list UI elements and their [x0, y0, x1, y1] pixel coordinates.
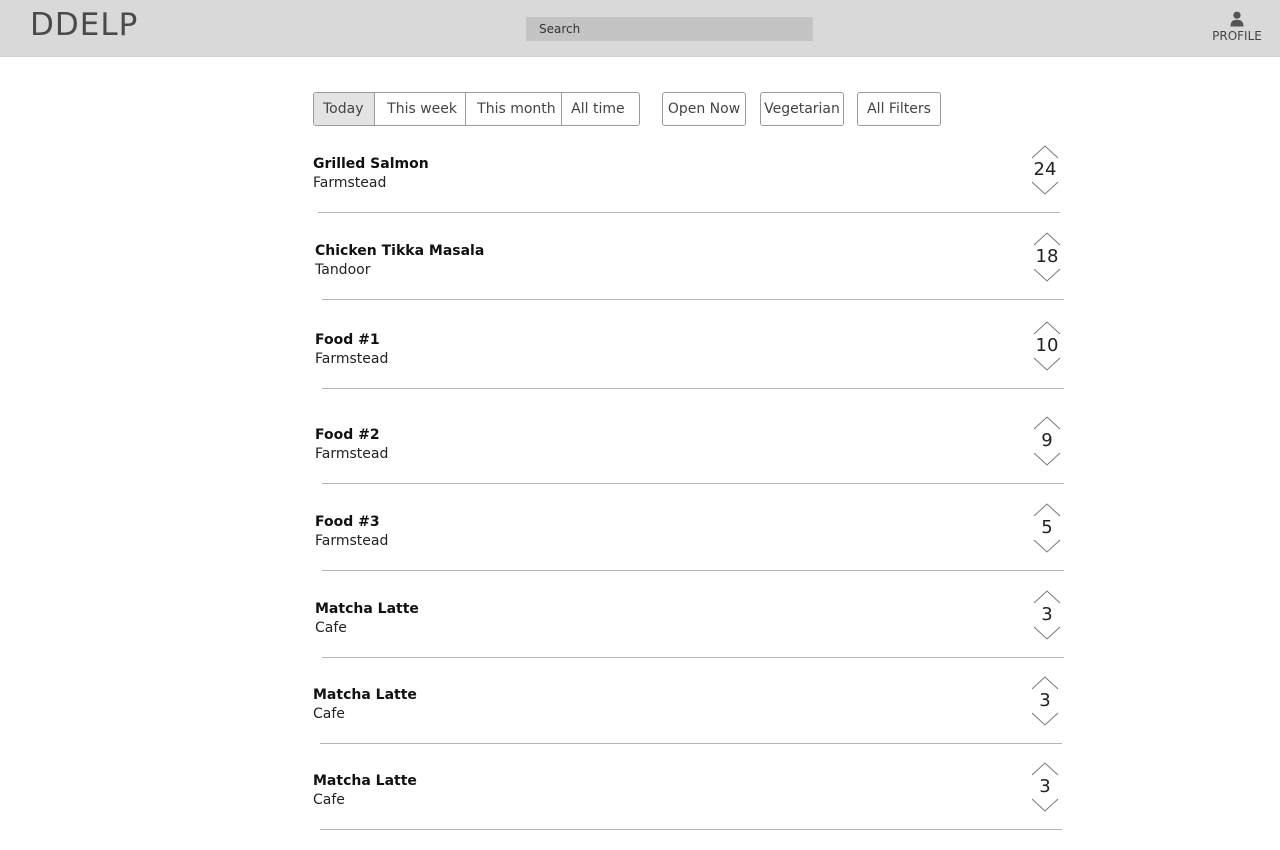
- vote-count: 9: [1041, 430, 1053, 451]
- item-divider: [322, 388, 1064, 389]
- vote-control: 3: [1032, 590, 1062, 640]
- item-place: Cafe: [313, 792, 345, 808]
- upvote-arrow-icon[interactable]: [1033, 503, 1061, 517]
- upvote-arrow-icon[interactable]: [1033, 232, 1061, 246]
- downvote-arrow-icon[interactable]: [1033, 626, 1061, 640]
- upvote-arrow-icon[interactable]: [1031, 762, 1059, 776]
- list-item[interactable]: Matcha Latte Cafe 3: [313, 762, 1063, 849]
- item-name: Food #3: [315, 514, 380, 530]
- vote-control: 3: [1030, 676, 1060, 726]
- profile-label: PROFILE: [1212, 29, 1262, 43]
- all-filters-button[interactable]: All Filters: [857, 92, 941, 126]
- vegetarian-filter-button[interactable]: Vegetarian: [760, 92, 844, 126]
- list-item[interactable]: Matcha Latte Cafe 3: [315, 590, 1065, 677]
- time-filter-this-month[interactable]: This month: [466, 93, 563, 125]
- vote-control: 5: [1032, 503, 1062, 553]
- app-logo[interactable]: DDELP: [30, 7, 138, 43]
- item-divider: [322, 657, 1064, 658]
- vote-count: 3: [1039, 776, 1051, 797]
- item-divider: [322, 570, 1064, 571]
- item-divider: [320, 829, 1062, 830]
- vote-count: 24: [1033, 159, 1057, 180]
- time-range-selector: Today This week This month All time: [313, 92, 640, 126]
- upvote-arrow-icon[interactable]: [1031, 145, 1059, 159]
- item-divider: [322, 299, 1064, 300]
- vote-control: 18: [1032, 232, 1062, 282]
- upvote-arrow-icon[interactable]: [1033, 416, 1061, 430]
- downvote-arrow-icon[interactable]: [1033, 357, 1061, 371]
- item-name: Chicken Tikka Masala: [315, 243, 485, 259]
- vote-control: 10: [1032, 321, 1062, 371]
- downvote-arrow-icon[interactable]: [1031, 798, 1059, 812]
- item-name: Grilled Salmon: [313, 156, 429, 172]
- vote-count: 5: [1041, 517, 1053, 538]
- item-place: Farmstead: [315, 446, 389, 462]
- downvote-arrow-icon[interactable]: [1031, 712, 1059, 726]
- item-divider: [320, 743, 1062, 744]
- item-place: Cafe: [315, 620, 347, 636]
- item-divider: [318, 212, 1060, 213]
- list-item[interactable]: Food #2 Farmstead 9: [315, 416, 1065, 503]
- item-place: Tandoor: [315, 262, 371, 278]
- vote-control: 24: [1030, 145, 1060, 195]
- upvote-arrow-icon[interactable]: [1033, 321, 1061, 335]
- downvote-arrow-icon[interactable]: [1033, 452, 1061, 466]
- upvote-arrow-icon[interactable]: [1033, 590, 1061, 604]
- item-place: Cafe: [313, 706, 345, 722]
- downvote-arrow-icon[interactable]: [1033, 539, 1061, 553]
- item-place: Farmstead: [313, 175, 387, 191]
- downvote-arrow-icon[interactable]: [1033, 268, 1061, 282]
- upvote-arrow-icon[interactable]: [1031, 676, 1059, 690]
- time-filter-all-time[interactable]: All time: [562, 93, 639, 125]
- item-name: Matcha Latte: [315, 601, 419, 617]
- list-item[interactable]: Matcha Latte Cafe 3: [313, 676, 1063, 763]
- list-item[interactable]: Grilled Salmon Farmstead 24: [313, 145, 1063, 232]
- vote-control: 3: [1030, 762, 1060, 812]
- user-icon: [1230, 11, 1244, 27]
- profile-button[interactable]: PROFILE: [1205, 9, 1269, 43]
- open-now-filter-button[interactable]: Open Now: [662, 92, 746, 126]
- vote-count: 3: [1039, 690, 1051, 711]
- vote-count: 18: [1035, 246, 1059, 267]
- item-place: Farmstead: [315, 533, 389, 549]
- search-input[interactable]: [526, 17, 813, 41]
- list-item[interactable]: Food #3 Farmstead 5: [315, 503, 1065, 590]
- top-bar: DDELP PROFILE: [0, 0, 1280, 57]
- item-name: Food #1: [315, 332, 380, 348]
- item-place: Farmstead: [315, 351, 389, 367]
- vote-control: 9: [1032, 416, 1062, 466]
- time-filter-this-week[interactable]: This week: [375, 93, 467, 125]
- downvote-arrow-icon[interactable]: [1031, 181, 1059, 195]
- vote-count: 10: [1035, 335, 1059, 356]
- list-item[interactable]: Food #1 Farmstead 10: [315, 321, 1065, 408]
- vote-count: 3: [1041, 604, 1053, 625]
- time-filter-today[interactable]: Today: [314, 93, 376, 125]
- item-name: Matcha Latte: [313, 687, 417, 703]
- item-name: Matcha Latte: [313, 773, 417, 789]
- item-name: Food #2: [315, 427, 380, 443]
- list-item[interactable]: Chicken Tikka Masala Tandoor 18: [315, 232, 1065, 319]
- item-divider: [322, 483, 1064, 484]
